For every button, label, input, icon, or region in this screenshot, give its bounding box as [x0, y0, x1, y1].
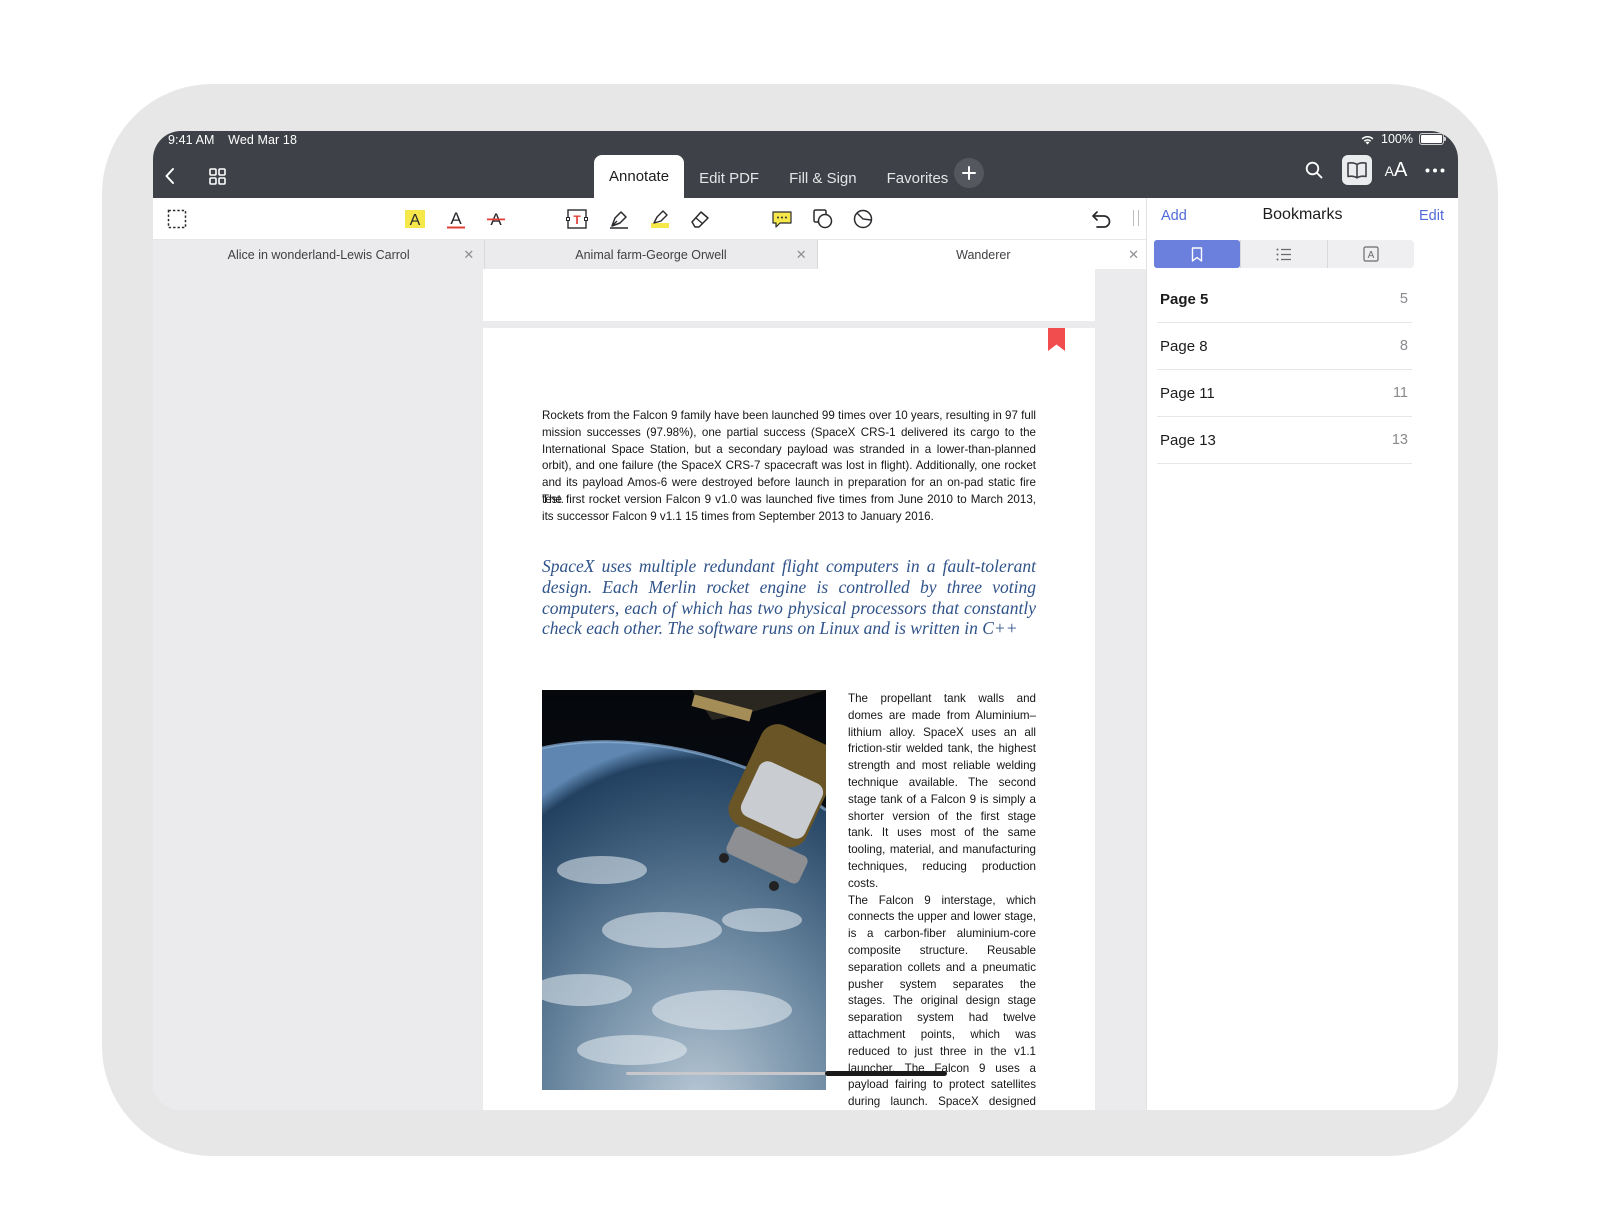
grid-view-icon[interactable] [202, 161, 232, 191]
highlighter-icon[interactable] [647, 206, 673, 232]
bookmark-item[interactable]: Page 13 13 [1157, 417, 1412, 464]
back-chevron-icon[interactable] [155, 161, 185, 191]
app-screen: 9:41 AM Wed Mar 18 100% Annotate Edit PD… [153, 131, 1458, 1110]
pull-quote: SpaceX uses multiple redundant flight co… [542, 556, 1036, 639]
segment-annotations[interactable]: A [1327, 240, 1414, 268]
bookmarks-panel: Bookmarks Add Edit A Page 5 5 Page 8 8 P… [1146, 198, 1458, 1110]
list-icon [1276, 248, 1291, 260]
close-icon[interactable]: ✕ [463, 247, 474, 263]
page-scroll-indicator[interactable] [626, 1071, 947, 1076]
toolbar-drag-handle-icon[interactable] [1133, 210, 1139, 226]
text-size-button[interactable]: AA [1381, 155, 1411, 185]
column-paragraph: The propellant tank walls and domes are … [848, 692, 1036, 890]
document-tab[interactable]: Animal farm-George Orwell ✕ [485, 240, 818, 269]
column-paragraph: The Falcon 9 interstage, which connects … [848, 893, 1036, 1109]
svg-text:A: A [450, 209, 462, 228]
strikethrough-text-icon[interactable]: A [483, 206, 509, 232]
bookmark-label: Page 11 [1160, 384, 1215, 402]
add-bookmark-button[interactable]: Add [1161, 208, 1187, 224]
bookmark-icon [1191, 246, 1203, 262]
eraser-icon[interactable] [687, 206, 713, 232]
segment-outline[interactable] [1240, 240, 1327, 268]
tab-edit-pdf[interactable]: Edit PDF [684, 158, 774, 198]
stamp-icon[interactable] [850, 206, 876, 232]
bookmark-page-number: 5 [1399, 291, 1408, 307]
body-paragraph: The first rocket version Falcon 9 v1.0 w… [542, 493, 1036, 523]
add-tool-button[interactable] [954, 158, 984, 188]
bookmark-page-number: 11 [1392, 385, 1408, 401]
panel-title: Bookmarks [1262, 206, 1343, 223]
segment-bookmarks[interactable] [1154, 240, 1240, 268]
bookmark-label: Page 13 [1160, 431, 1216, 449]
wifi-icon [1361, 135, 1374, 144]
annotation-text-icon: A [1363, 246, 1379, 262]
plus-icon [962, 166, 976, 180]
battery-icon [1419, 133, 1446, 145]
bookmark-label: Page 5 [1160, 290, 1209, 308]
bookmark-page-number: 8 [1399, 338, 1408, 354]
comment-icon[interactable] [769, 206, 795, 232]
svg-text:A: A [1368, 250, 1375, 261]
bookmark-item[interactable]: Page 11 11 [1157, 370, 1412, 417]
bookmarks-header: Bookmarks Add Edit [1147, 198, 1458, 238]
document-tab[interactable]: Wanderer ✕ [817, 240, 1150, 269]
document-tab-title: Wanderer [956, 247, 1011, 262]
select-area-icon[interactable] [164, 206, 190, 232]
satellite-earth-image [542, 690, 826, 1090]
underline-text-icon[interactable]: A [443, 206, 469, 232]
close-icon[interactable]: ✕ [796, 247, 807, 263]
bookmark-item[interactable]: Page 8 8 [1157, 323, 1412, 370]
tab-annotate[interactable]: Annotate [594, 155, 685, 198]
status-bar-right: 100% [1360, 132, 1446, 146]
bookmark-item[interactable]: Page 5 5 [1157, 276, 1412, 323]
text-box-icon[interactable]: T [564, 206, 590, 232]
highlight-text-icon[interactable]: A [402, 206, 428, 232]
annotation-toolbar: A A A T [153, 198, 1150, 240]
shapes-icon[interactable] [810, 206, 836, 232]
document-page: Rockets from the Falcon 9 family have be… [483, 328, 1095, 1110]
pen-icon[interactable] [606, 206, 632, 232]
edit-bookmarks-button[interactable]: Edit [1419, 208, 1444, 224]
document-viewer[interactable]: Rockets from the Falcon 9 family have be… [153, 269, 1150, 1110]
bookmark-page-number: 13 [1391, 432, 1408, 448]
text-size-icon: AA [1384, 158, 1408, 181]
document-tab-title: Alice in wonderland-Lewis Carrol [227, 247, 410, 262]
top-navigation-bar: 9:41 AM Wed Mar 18 100% Annotate Edit PD… [153, 131, 1458, 198]
bookmark-list: Page 5 5 Page 8 8 Page 11 11 Page 13 13 [1157, 276, 1412, 464]
status-bar-left: 9:41 AM Wed Mar 18 [168, 133, 307, 147]
document-tabs: Alice in wonderland-Lewis Carrol ✕ Anima… [153, 240, 1150, 269]
mode-tabs: Annotate Edit PDF Fill & Sign Favorites [594, 155, 963, 198]
side-column: The propellant tank walls and domes are … [848, 691, 1036, 1110]
svg-text:A: A [410, 212, 421, 229]
bookmark-ribbon-icon[interactable] [1048, 328, 1065, 351]
document-tab[interactable]: Alice in wonderland-Lewis Carrol ✕ [153, 240, 486, 269]
tab-favorites[interactable]: Favorites [872, 158, 964, 198]
tab-fill-sign[interactable]: Fill & Sign [774, 158, 872, 198]
bookmark-label: Page 8 [1160, 337, 1208, 355]
document-tab-title: Animal farm-George Orwell [575, 247, 727, 262]
status-date: Wed Mar 18 [228, 133, 297, 147]
reading-mode-book-icon[interactable] [1342, 155, 1372, 185]
previous-page [483, 269, 1095, 321]
undo-icon[interactable] [1089, 206, 1115, 232]
search-icon[interactable] [1299, 155, 1329, 185]
more-options-icon[interactable] [1420, 155, 1450, 185]
panel-segmented-control: A [1154, 240, 1414, 268]
battery-percent: 100% [1381, 132, 1413, 146]
svg-text:T: T [573, 213, 581, 227]
close-icon[interactable]: ✕ [1128, 247, 1139, 263]
status-time: 9:41 AM [168, 133, 215, 147]
